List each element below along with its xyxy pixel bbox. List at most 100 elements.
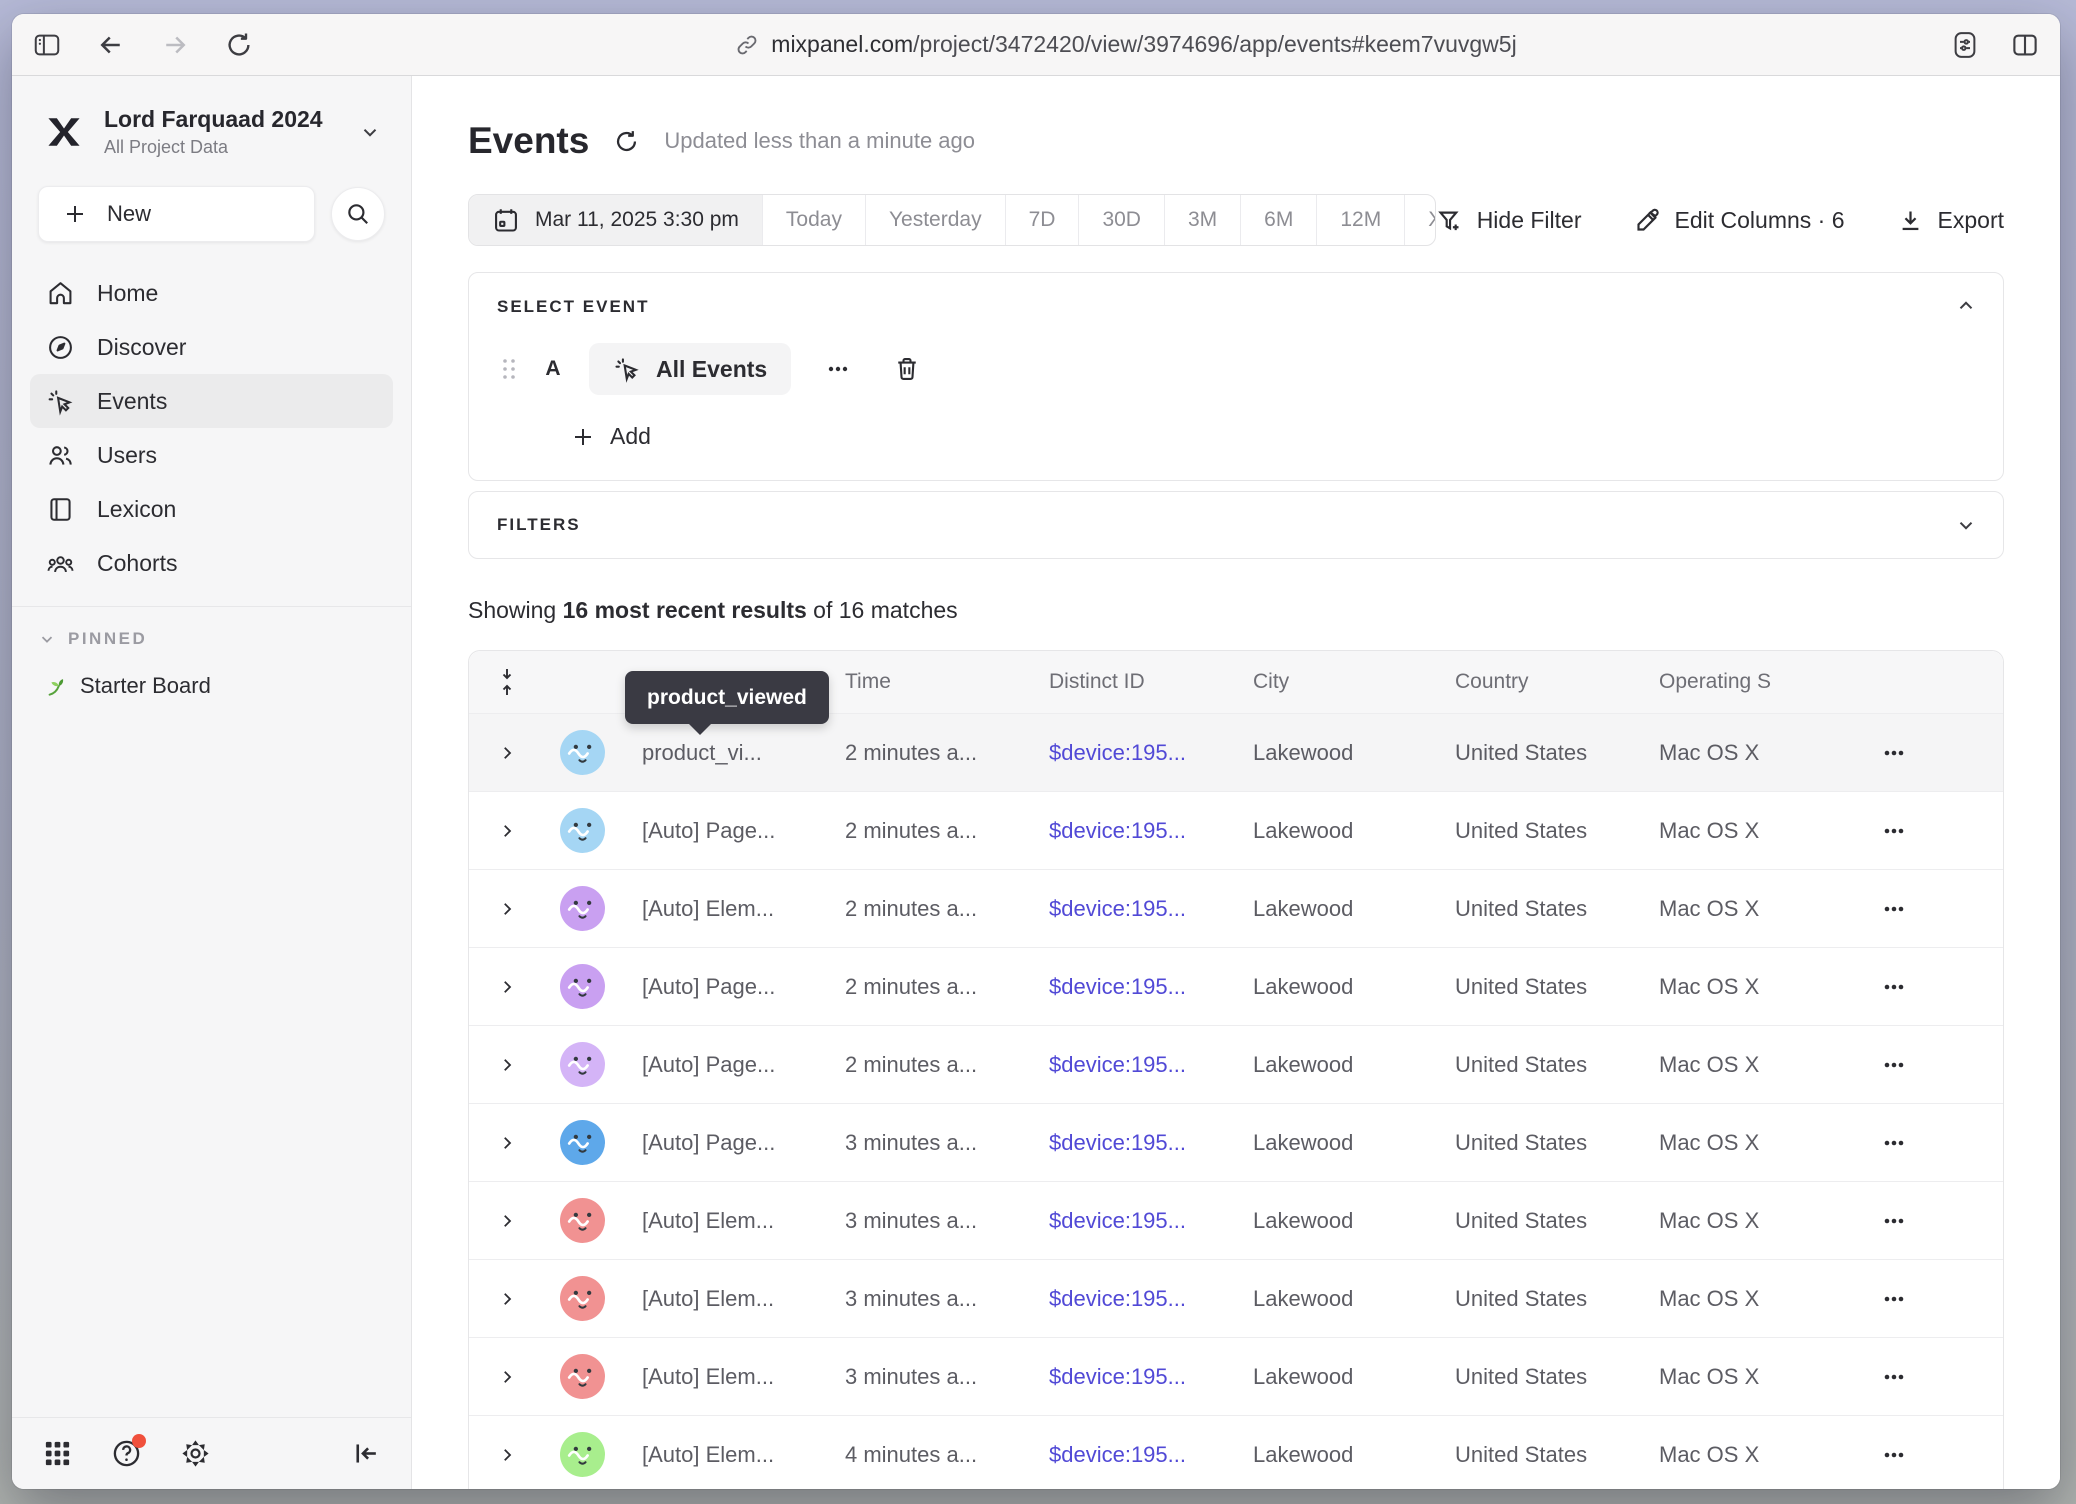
row-more-button[interactable]	[1879, 1362, 1909, 1392]
expand-section-chevron-down-icon[interactable]	[1955, 514, 1977, 536]
date-range-12m[interactable]: 12M	[1316, 195, 1404, 245]
row-distinct-id-link[interactable]: $device:195...	[1049, 896, 1186, 921]
delete-clause-trash-icon[interactable]	[893, 355, 921, 383]
row-expand-chevron-icon[interactable]	[498, 744, 516, 762]
row-more-button[interactable]	[1879, 816, 1909, 846]
help-icon[interactable]	[111, 1438, 142, 1469]
event-selector-pill[interactable]: All Events	[589, 343, 791, 395]
row-city: Lakewood	[1230, 1286, 1432, 1312]
date-range-7d[interactable]: 7D	[1005, 195, 1079, 245]
date-range-today[interactable]: Today	[762, 195, 865, 245]
table-row[interactable]: [Auto] Page... 2 minutes a... $device:19…	[469, 1025, 2003, 1103]
row-distinct-id-link[interactable]: $device:195...	[1049, 1364, 1186, 1389]
row-more-button[interactable]	[1879, 1050, 1909, 1080]
collapse-sidebar-icon[interactable]	[350, 1438, 381, 1469]
forward-button-icon[interactable]	[160, 30, 190, 60]
date-range-xtd[interactable]: XTD	[1404, 195, 1435, 245]
calendar-icon	[492, 206, 520, 234]
collapse-section-chevron-up-icon[interactable]	[1955, 295, 1977, 317]
settings-gear-icon[interactable]	[180, 1438, 211, 1469]
row-expand-chevron-icon[interactable]	[498, 900, 516, 918]
pinned-board-item[interactable]: Starter Board	[12, 659, 411, 713]
row-event-name[interactable]: [Auto] Elem...	[619, 1442, 822, 1468]
row-more-button[interactable]	[1879, 738, 1909, 768]
more-options-icon[interactable]	[823, 354, 853, 384]
browser-sidebar-toggle-icon[interactable]	[32, 30, 62, 60]
table-row[interactable]: [Auto] Elem... 3 minutes a... $device:19…	[469, 1337, 2003, 1415]
row-more-button[interactable]	[1879, 1284, 1909, 1314]
drag-handle-icon[interactable]	[501, 356, 517, 382]
edit-columns-button[interactable]: Edit Columns · 6	[1634, 207, 1845, 234]
row-event-name[interactable]: [Auto] Elem...	[619, 1364, 822, 1390]
sidebar-item-discover[interactable]: Discover	[30, 320, 393, 374]
row-event-name[interactable]: [Auto] Page...	[619, 818, 822, 844]
column-header-distinct-id[interactable]: Distinct ID	[1026, 670, 1230, 694]
add-event-button[interactable]: Add	[571, 423, 1975, 450]
table-row[interactable]: [Auto] Page... 2 minutes a... $device:19…	[469, 947, 2003, 1025]
row-event-name[interactable]: [Auto] Elem...	[619, 1286, 822, 1312]
row-event-name[interactable]: [Auto] Page...	[619, 974, 822, 1000]
row-event-name[interactable]: [Auto] Elem...	[619, 1208, 822, 1234]
row-event-name[interactable]: [Auto] Page...	[619, 1052, 822, 1078]
refresh-icon[interactable]	[613, 128, 640, 155]
row-more-button[interactable]	[1879, 1206, 1909, 1236]
table-row[interactable]: [Auto] Page... 2 minutes a... $device:19…	[469, 791, 2003, 869]
table-row[interactable]: [Auto] Elem... 2 minutes a... $device:19…	[469, 869, 2003, 947]
row-distinct-id-link[interactable]: $device:195...	[1049, 1052, 1186, 1077]
column-header-os[interactable]: Operating S	[1636, 670, 1816, 694]
row-distinct-id-link[interactable]: $device:195...	[1049, 1286, 1186, 1311]
row-event-name[interactable]: product_vi...	[619, 740, 822, 766]
table-row[interactable]: [Auto] Elem... 4 minutes a... $device:19…	[469, 1415, 2003, 1489]
export-button[interactable]: Export	[1897, 207, 2004, 234]
date-range-3m[interactable]: 3M	[1164, 195, 1240, 245]
row-expand-chevron-icon[interactable]	[498, 1290, 516, 1308]
row-distinct-id-link[interactable]: $device:195...	[1049, 1130, 1186, 1155]
row-more-button[interactable]	[1879, 972, 1909, 1002]
sidebar-item-events[interactable]: Events	[30, 374, 393, 428]
row-expand-chevron-icon[interactable]	[498, 1368, 516, 1386]
reload-button-icon[interactable]	[224, 30, 254, 60]
row-event-name[interactable]: [Auto] Page...	[619, 1130, 822, 1156]
column-header-time[interactable]: Time	[822, 670, 1026, 694]
column-header-country[interactable]: Country	[1432, 670, 1636, 694]
row-expand-chevron-icon[interactable]	[498, 1446, 516, 1464]
page-settings-icon[interactable]	[1950, 30, 1980, 60]
row-distinct-id-link[interactable]: $device:195...	[1049, 1208, 1186, 1233]
sidebar-item-cohorts[interactable]: Cohorts	[30, 536, 393, 590]
row-expand-chevron-icon[interactable]	[498, 978, 516, 996]
row-distinct-id-link[interactable]: $device:195...	[1049, 974, 1186, 999]
sidebar-item-users[interactable]: Users	[30, 428, 393, 482]
row-expand-chevron-icon[interactable]	[498, 1056, 516, 1074]
date-range-6m[interactable]: 6M	[1240, 195, 1316, 245]
table-row[interactable]: [Auto] Page... 3 minutes a... $device:19…	[469, 1103, 2003, 1181]
back-button-icon[interactable]	[96, 30, 126, 60]
date-picker-button[interactable]: Mar 11, 2025 3:30 pm	[469, 195, 762, 245]
project-switcher[interactable]: Lord Farquaad 2024 All Project Data	[12, 98, 411, 180]
date-range-yesterday[interactable]: Yesterday	[865, 195, 1005, 245]
row-expand-chevron-icon[interactable]	[498, 822, 516, 840]
sidebar-item-home[interactable]: Home	[30, 266, 393, 320]
row-more-button[interactable]	[1879, 1128, 1909, 1158]
table-row[interactable]: [Auto] Elem... 3 minutes a... $device:19…	[469, 1181, 2003, 1259]
new-button[interactable]: New	[38, 186, 315, 242]
hide-filter-button[interactable]: Hide Filter	[1436, 207, 1582, 234]
row-more-button[interactable]	[1879, 894, 1909, 924]
pinned-section-header[interactable]: PINNED	[12, 607, 411, 659]
row-more-button[interactable]	[1879, 1440, 1909, 1470]
collapse-rows-sort-icon[interactable]	[495, 667, 519, 697]
search-button[interactable]	[331, 187, 385, 241]
apps-grid-icon[interactable]	[42, 1438, 73, 1469]
main-content: Events Updated less than a minute ago Ma…	[412, 76, 2060, 1489]
split-view-icon[interactable]	[2010, 30, 2040, 60]
column-header-city[interactable]: City	[1230, 670, 1432, 694]
row-distinct-id-link[interactable]: $device:195...	[1049, 1442, 1186, 1467]
row-expand-chevron-icon[interactable]	[498, 1134, 516, 1152]
date-range-30d[interactable]: 30D	[1078, 195, 1164, 245]
row-distinct-id-link[interactable]: $device:195...	[1049, 740, 1186, 765]
row-expand-chevron-icon[interactable]	[498, 1212, 516, 1230]
address-bar[interactable]: mixpanel.com/project/3472420/view/397469…	[332, 31, 1920, 58]
table-row[interactable]: [Auto] Elem... 3 minutes a... $device:19…	[469, 1259, 2003, 1337]
sidebar-item-lexicon[interactable]: Lexicon	[30, 482, 393, 536]
row-event-name[interactable]: [Auto] Elem...	[619, 896, 822, 922]
row-distinct-id-link[interactable]: $device:195...	[1049, 818, 1186, 843]
